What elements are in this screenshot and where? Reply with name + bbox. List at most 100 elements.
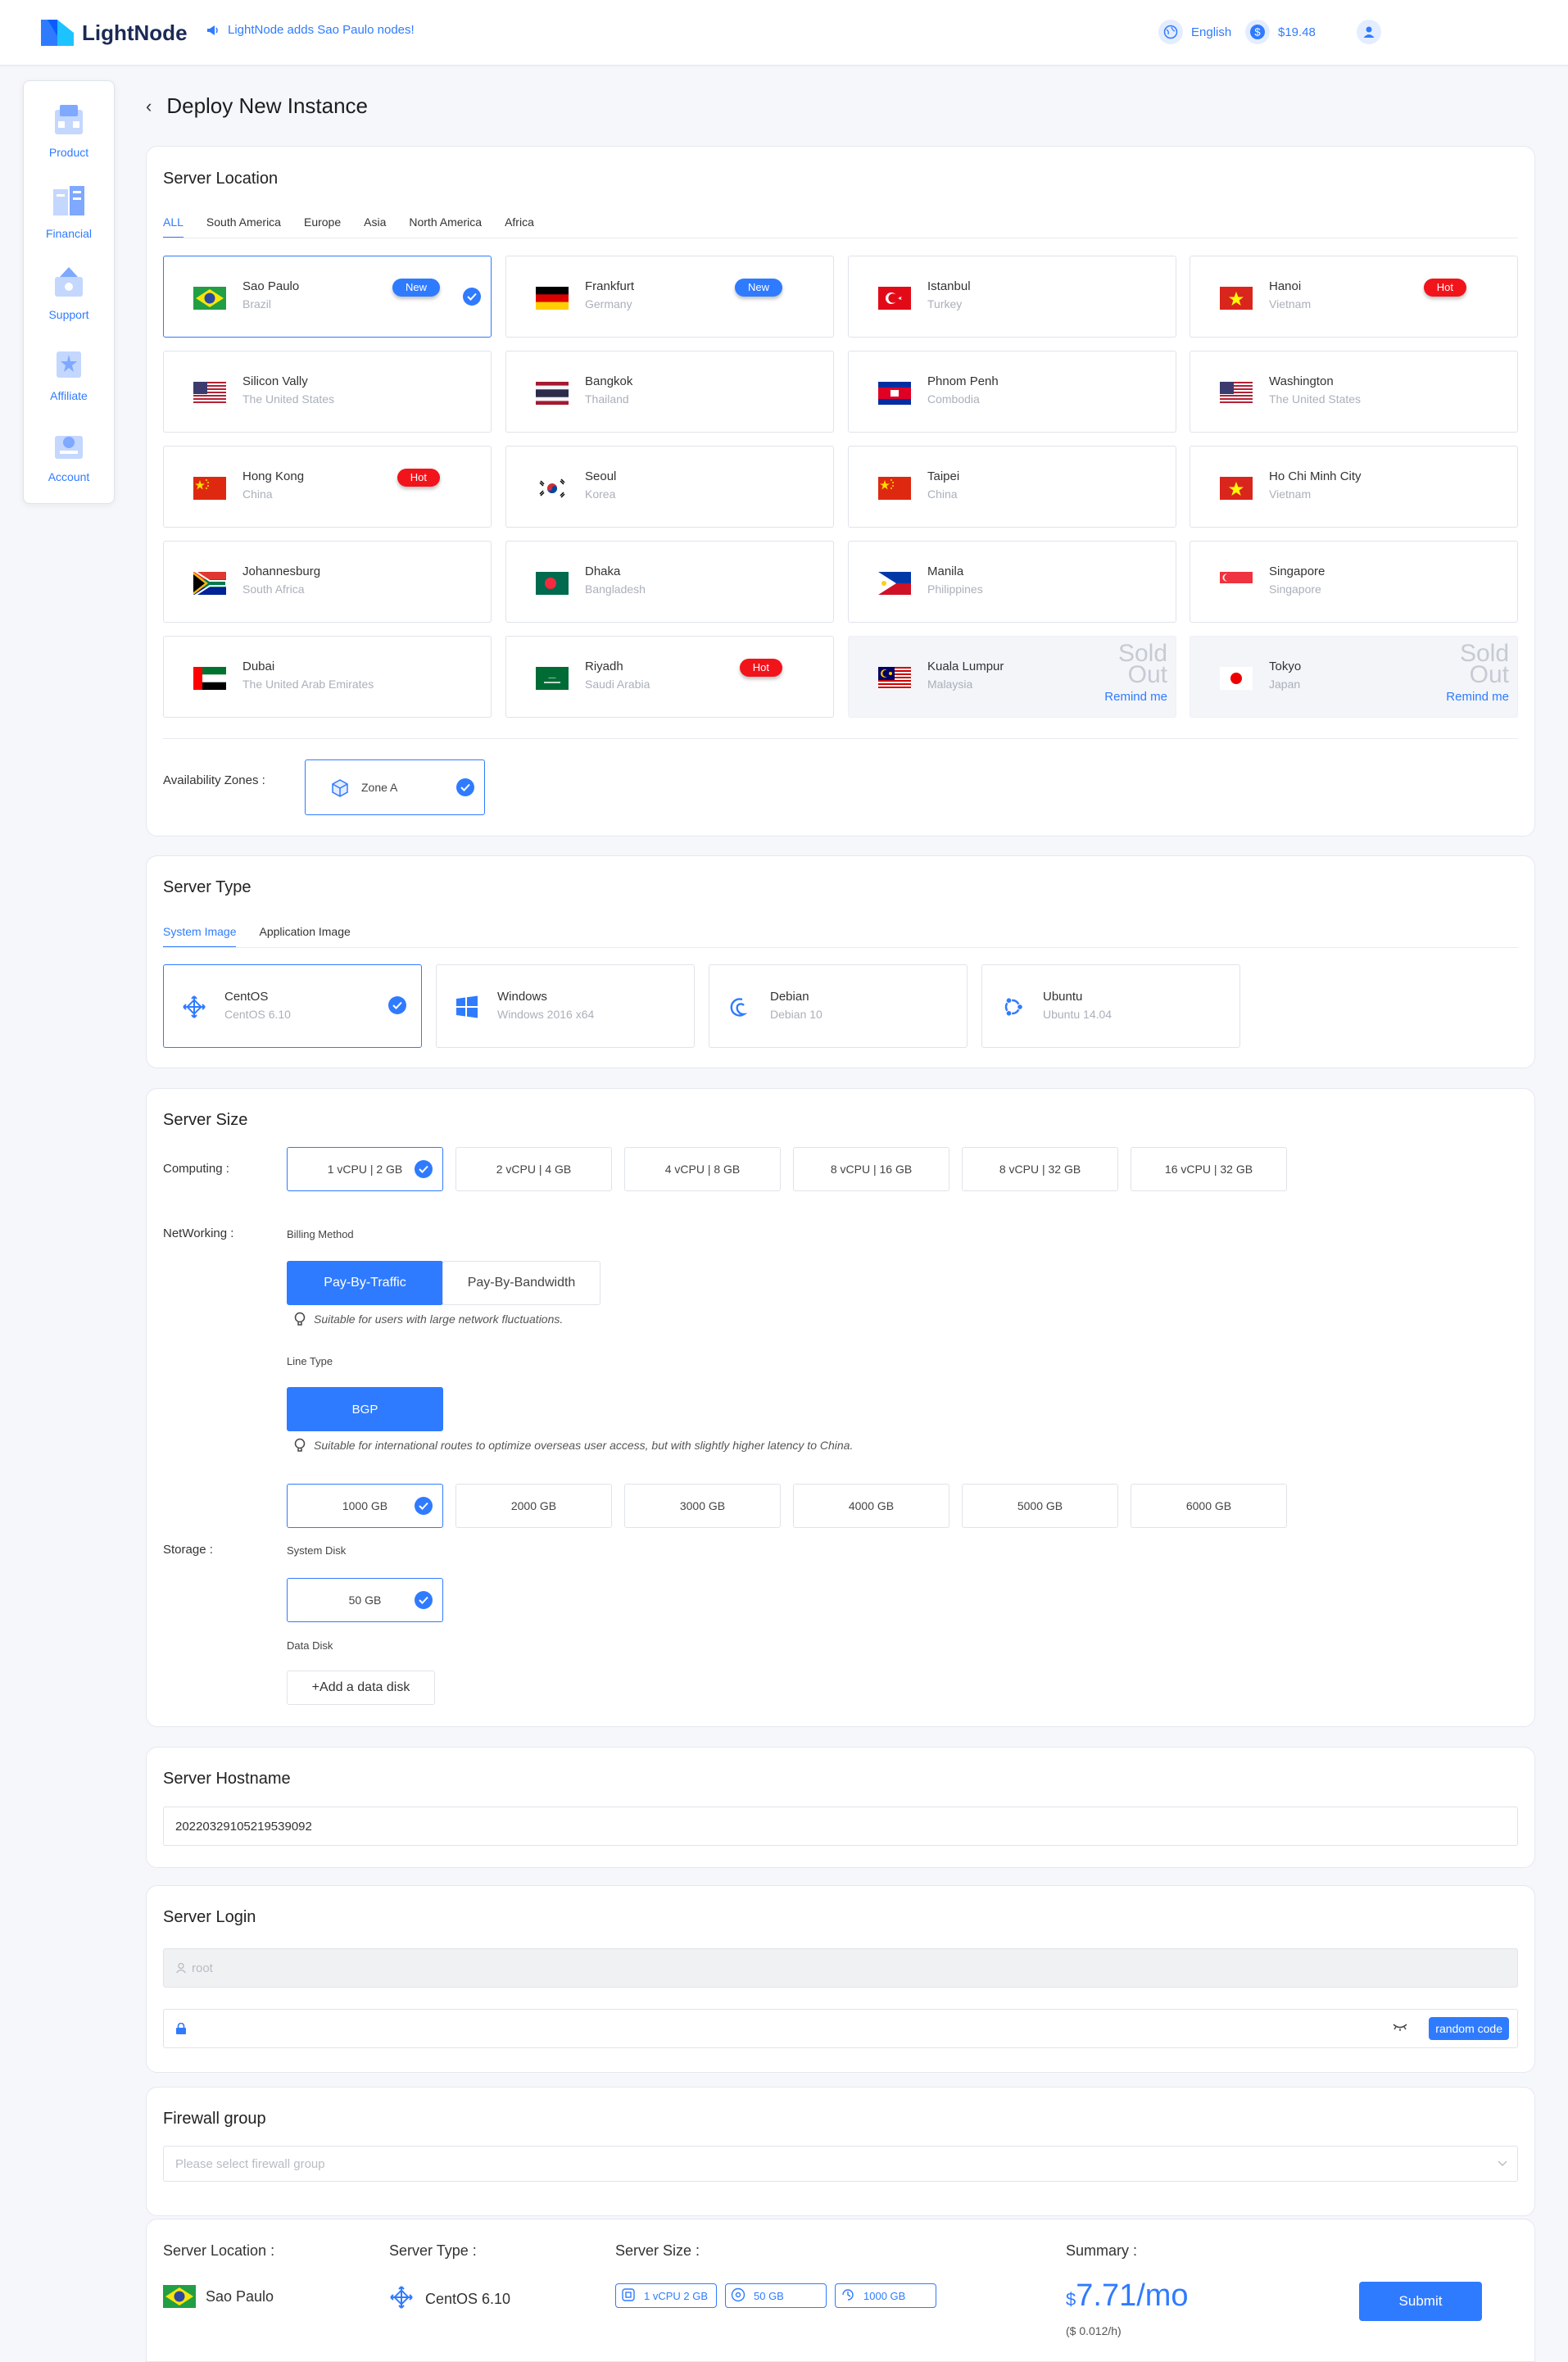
location-city: Washington: [1269, 374, 1334, 388]
location-option-frankfurt[interactable]: Frankfurt Germany New: [505, 256, 834, 338]
location-option-tokyo[interactable]: Tokyo Japan Sold Out Remind me: [1190, 636, 1518, 718]
computing-option[interactable]: 16 vCPU | 32 GB: [1131, 1147, 1287, 1191]
location-option-ho-chi-minh-city[interactable]: Ho Chi Minh City Vietnam: [1190, 446, 1518, 528]
summary-location: Sao Paulo: [163, 2285, 274, 2308]
svg-text:$: $: [1254, 26, 1261, 39]
computing-option[interactable]: 8 vCPU | 32 GB: [962, 1147, 1118, 1191]
disk-pill-text: 50 GB: [754, 2289, 784, 2302]
traffic-pill-text: 1000 GB: [863, 2289, 906, 2302]
logo-text: LightNode: [82, 20, 188, 45]
announcement[interactable]: LightNode adds Sao Paulo nodes!: [206, 23, 415, 37]
tab-africa[interactable]: Africa: [505, 215, 534, 238]
sidebar-item-affiliate[interactable]: Affiliate: [24, 332, 114, 413]
location-city: Riyadh: [585, 660, 623, 673]
logo[interactable]: LightNode: [39, 16, 188, 49]
location-option-dhaka[interactable]: Dhaka Bangladesh: [505, 541, 834, 623]
random-code-button[interactable]: random code: [1429, 2017, 1509, 2040]
password-input[interactable]: random code: [163, 2009, 1518, 2048]
de-flag-icon: [536, 287, 569, 310]
tab-application-image[interactable]: Application Image: [259, 925, 350, 948]
announcement-text: LightNode adds Sao Paulo nodes!: [228, 23, 415, 37]
pay-by-bandwidth-button[interactable]: Pay-By-Bandwidth: [442, 1261, 600, 1305]
location-option-phnom-penh[interactable]: Phnom Penh Combodia: [848, 351, 1176, 433]
user-avatar[interactable]: [1357, 20, 1389, 44]
firewall-group-select[interactable]: Please select firewall group: [163, 2146, 1518, 2182]
section-title: Server Login: [163, 1908, 256, 1926]
summary-type: CentOS 6.10: [389, 2285, 510, 2314]
sidebar-item-product[interactable]: Product: [24, 88, 114, 170]
location-option-riyadh[interactable]: ـــــ Riyadh Saudi Arabia Hot: [505, 636, 834, 718]
add-data-disk-button[interactable]: +Add a data disk: [287, 1671, 435, 1705]
image-option-centos[interactable]: CentOS CentOS 6.10: [163, 964, 422, 1048]
sidebar-item-support[interactable]: Support: [24, 251, 114, 332]
bgp-line-button[interactable]: BGP: [287, 1387, 443, 1431]
back-arrow-icon[interactable]: ‹: [146, 96, 152, 117]
location-option-dubai[interactable]: Dubai The United Arab Emirates: [163, 636, 492, 718]
location-option-johannesburg[interactable]: Johannesburg South Africa: [163, 541, 492, 623]
traffic-value: 4000 GB: [848, 1499, 895, 1512]
location-option-hong-kong[interactable]: Hong Kong China Hot: [163, 446, 492, 528]
tab-north-america[interactable]: North America: [409, 215, 482, 238]
location-option-singapore[interactable]: Singapore Singapore: [1190, 541, 1518, 623]
checkmark-icon: [415, 1160, 433, 1178]
balance[interactable]: $ $19.48: [1245, 20, 1316, 44]
checkmark-icon: [456, 778, 474, 796]
pay-by-traffic-button[interactable]: Pay-By-Traffic: [287, 1261, 443, 1305]
tab-all[interactable]: ALL: [163, 215, 184, 238]
hostname-input[interactable]: 20220329105219539092: [163, 1807, 1518, 1846]
line-hint: Suitable for international routes to opt…: [294, 1438, 853, 1453]
computing-option[interactable]: 2 vCPU | 4 GB: [455, 1147, 612, 1191]
image-option-ubuntu[interactable]: Ubuntu Ubuntu 14.04: [981, 964, 1240, 1048]
tab-asia[interactable]: Asia: [364, 215, 386, 238]
location-option-seoul[interactable]: Seoul Korea: [505, 446, 834, 528]
location-country: Combodia: [927, 392, 980, 406]
remind-me-link[interactable]: Remind me: [1104, 690, 1167, 704]
computing-option[interactable]: 8 vCPU | 16 GB: [793, 1147, 949, 1191]
tab-south-america[interactable]: South America: [206, 215, 281, 238]
eye-closed-icon[interactable]: [1393, 2021, 1407, 2035]
language-switch[interactable]: English: [1158, 20, 1231, 44]
tab-system-image[interactable]: System Image: [163, 925, 237, 948]
image-option-windows[interactable]: Windows Windows 2016 x64: [436, 964, 695, 1048]
location-option-manila[interactable]: Manila Philippines: [848, 541, 1176, 623]
location-city: Silicon Vally: [242, 374, 308, 388]
traffic-option[interactable]: 2000 GB: [455, 1484, 612, 1528]
tab-europe[interactable]: Europe: [304, 215, 341, 238]
location-option-taipei[interactable]: Taipei China: [848, 446, 1176, 528]
remind-me-link[interactable]: Remind me: [1446, 690, 1509, 704]
traffic-option[interactable]: 4000 GB: [793, 1484, 949, 1528]
cpu-pill: 1 vCPU 2 GB: [615, 2283, 717, 2308]
computing-option[interactable]: 4 vCPU | 8 GB: [624, 1147, 781, 1191]
location-option-washington[interactable]: Washington The United States: [1190, 351, 1518, 433]
system-disk-option[interactable]: 50 GB: [287, 1578, 443, 1622]
traffic-option[interactable]: 6000 GB: [1131, 1484, 1287, 1528]
image-option-debian[interactable]: Debian Debian 10: [709, 964, 968, 1048]
networking-label: NetWorking :: [163, 1226, 234, 1240]
location-option-kuala-lumpur[interactable]: Kuala Lumpur Malaysia Sold Out Remind me: [848, 636, 1176, 718]
svg-text:ـــــ: ـــــ: [548, 674, 556, 680]
checkmark-icon: [463, 288, 481, 306]
location-country: South Africa: [242, 583, 305, 596]
sidebar: Product Financial Support Affiliate Account: [23, 80, 115, 504]
brazil-flag-icon: [163, 2285, 196, 2308]
sidebar-item-account[interactable]: Account: [24, 413, 114, 494]
submit-button[interactable]: Submit: [1359, 2282, 1482, 2321]
sidebar-item-financial[interactable]: Financial: [24, 170, 114, 251]
zone-option[interactable]: Zone A: [305, 759, 485, 815]
hot-badge: Hot: [739, 659, 782, 677]
system-disk-value: 50 GB: [348, 1594, 382, 1607]
traffic-option[interactable]: 5000 GB: [962, 1484, 1118, 1528]
traffic-option[interactable]: 1000 GB: [287, 1484, 443, 1528]
location-option-sao-paulo[interactable]: Sao Paulo Brazil New: [163, 256, 492, 338]
location-option-silicon-vally[interactable]: Silicon Vally The United States: [163, 351, 492, 433]
computing-option[interactable]: 1 vCPU | 2 GB: [287, 1147, 443, 1191]
lightbulb-icon: [294, 1438, 306, 1452]
globe-icon: [1158, 20, 1183, 44]
sg-flag-icon: [1220, 572, 1253, 595]
debian-icon: [727, 995, 752, 1019]
location-country: Thailand: [585, 392, 629, 406]
traffic-option[interactable]: 3000 GB: [624, 1484, 781, 1528]
location-option-bangkok[interactable]: Bangkok Thailand: [505, 351, 834, 433]
location-option-istanbul[interactable]: Istanbul Turkey: [848, 256, 1176, 338]
location-option-hanoi[interactable]: Hanoi Vietnam Hot: [1190, 256, 1518, 338]
